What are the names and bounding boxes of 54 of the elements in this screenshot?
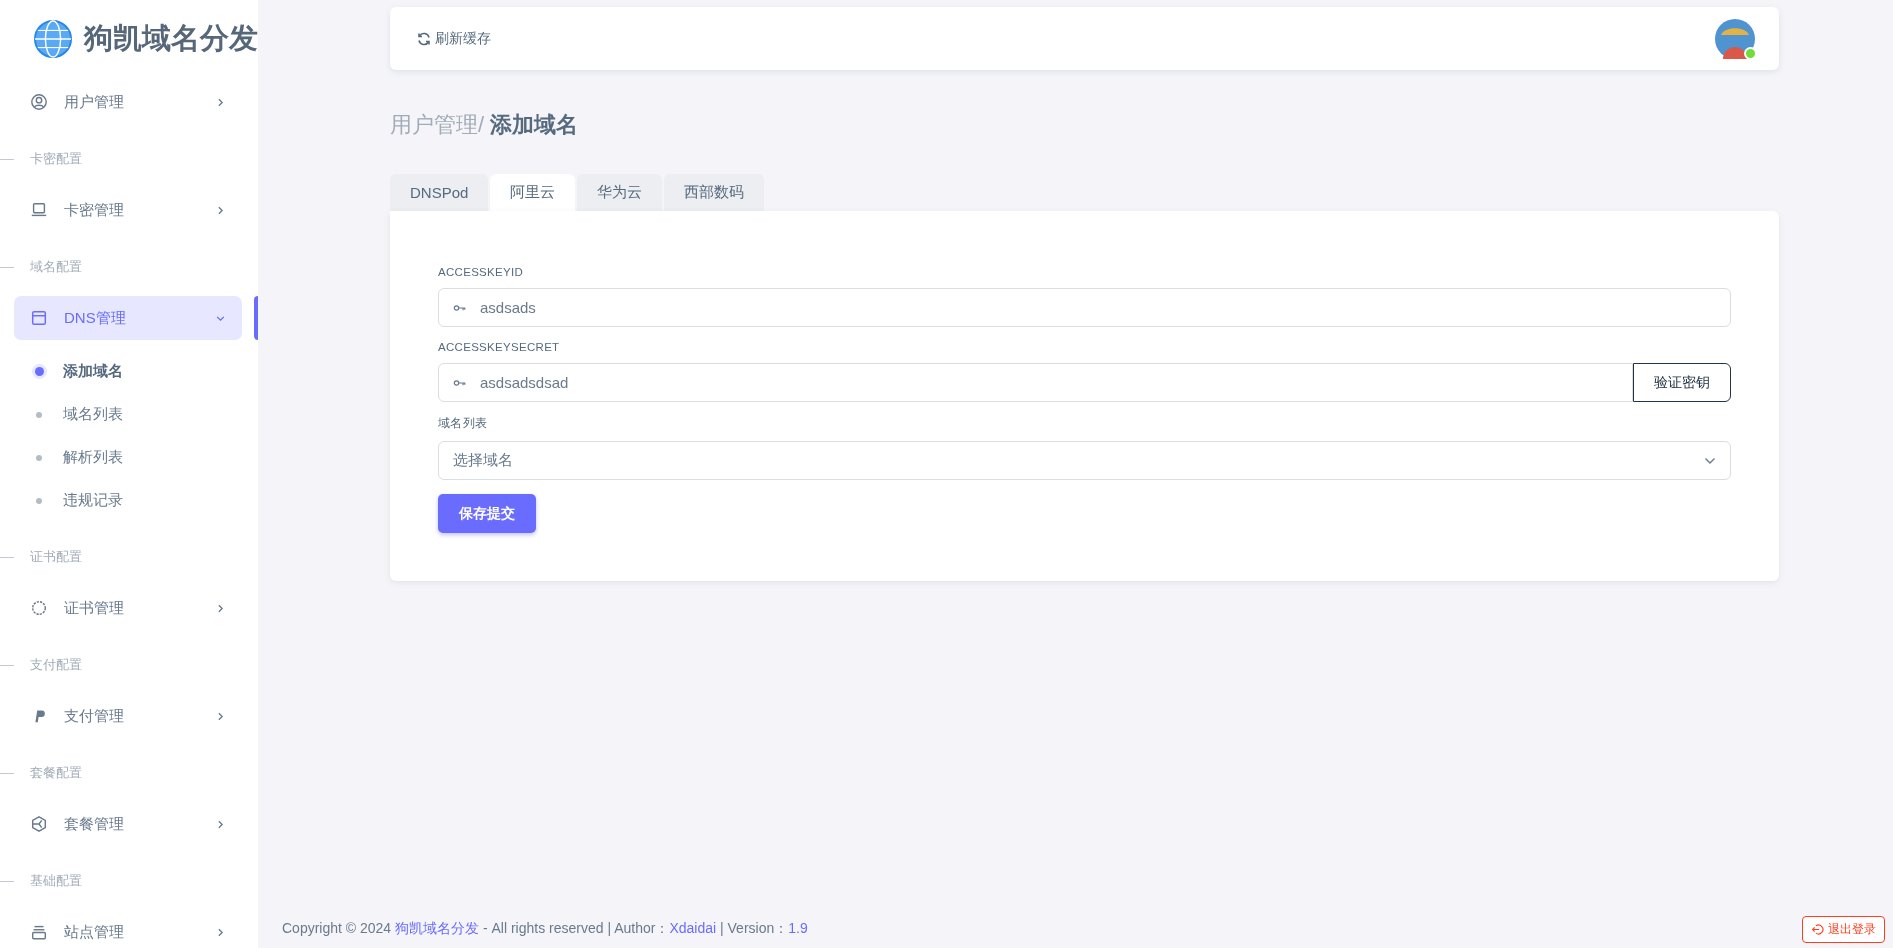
- menu-section-heading: 基础配置: [30, 872, 82, 890]
- copyright-text: Copyright © 2024 狗凯域名分发 - All rights reserved | Author：Xdaidai | Version：1.9: [282, 920, 808, 938]
- tab[interactable]: 西部数码: [664, 174, 765, 211]
- menu-section-heading: 支付配置: [30, 656, 82, 674]
- menu-item[interactable]: 用户管理: [14, 80, 242, 124]
- stack-icon: [30, 923, 48, 941]
- tab[interactable]: 阿里云: [490, 174, 576, 211]
- field-label: 域名列表: [438, 416, 489, 431]
- submenu-item[interactable]: 违规记录: [0, 479, 258, 522]
- menu-item[interactable]: DNS管理: [14, 296, 242, 340]
- domain-select[interactable]: 选择域名: [438, 441, 1731, 480]
- key-icon: [453, 302, 467, 313]
- user-circle-icon: [30, 93, 48, 111]
- footer-link[interactable]: Xdaidai: [669, 920, 717, 936]
- submenu-item[interactable]: 解析列表: [0, 436, 258, 479]
- verify-key-button[interactable]: 验证密钥: [1633, 363, 1731, 402]
- globe-logo-icon: [34, 19, 72, 59]
- input-field[interactable]: asdsads: [438, 288, 1731, 327]
- menu-item[interactable]: 证书管理: [14, 586, 242, 630]
- menu-item[interactable]: 卡密管理: [14, 188, 242, 232]
- menu-item[interactable]: 支付管理: [14, 694, 242, 738]
- footer-link[interactable]: 1.9: [788, 920, 808, 936]
- field-label: ACCESSKEYSECRET: [438, 341, 561, 353]
- cube-icon: [30, 815, 48, 833]
- field-label: ACCESSKEYID: [438, 266, 525, 278]
- menu-section-heading: 证书配置: [30, 548, 82, 566]
- submit-button[interactable]: 保存提交: [438, 494, 536, 533]
- menu-item[interactable]: 套餐管理: [14, 802, 242, 846]
- menu-item[interactable]: 站点管理: [14, 910, 242, 948]
- logout-button[interactable]: 退出登录: [1802, 915, 1885, 943]
- submenu-item[interactable]: 添加域名: [0, 350, 258, 393]
- menu-section-heading: 套餐配置: [30, 764, 82, 782]
- avatar[interactable]: [1715, 18, 1755, 59]
- chevron-down-icon: [1704, 456, 1716, 465]
- active-indicator: [254, 296, 258, 340]
- bullet-icon: [36, 497, 42, 504]
- window-icon: [30, 309, 48, 327]
- brand-name: 狗凯域名分发: [84, 21, 258, 56]
- input-field[interactable]: asdsadsdsad: [438, 363, 1633, 402]
- key-icon: [453, 377, 467, 388]
- refresh-cache-button[interactable]: 刷新缓存: [416, 29, 491, 48]
- bullet-icon: [36, 454, 42, 461]
- refresh-icon: [416, 30, 432, 47]
- bullet-icon: [36, 411, 42, 418]
- tab[interactable]: DNSPod: [390, 174, 489, 211]
- menu-section-heading: 域名配置: [30, 258, 82, 276]
- laptop-icon: [30, 201, 48, 219]
- bullet-icon: [34, 367, 44, 376]
- tab[interactable]: 华为云: [577, 174, 663, 211]
- footer-link[interactable]: 狗凯域名分发: [395, 920, 480, 936]
- logout-icon: [1811, 922, 1824, 936]
- page-title: 用户管理/ 添加域名: [390, 111, 580, 139]
- menu-section-heading: 卡密配置: [30, 150, 82, 168]
- submenu-item[interactable]: 域名列表: [0, 393, 258, 436]
